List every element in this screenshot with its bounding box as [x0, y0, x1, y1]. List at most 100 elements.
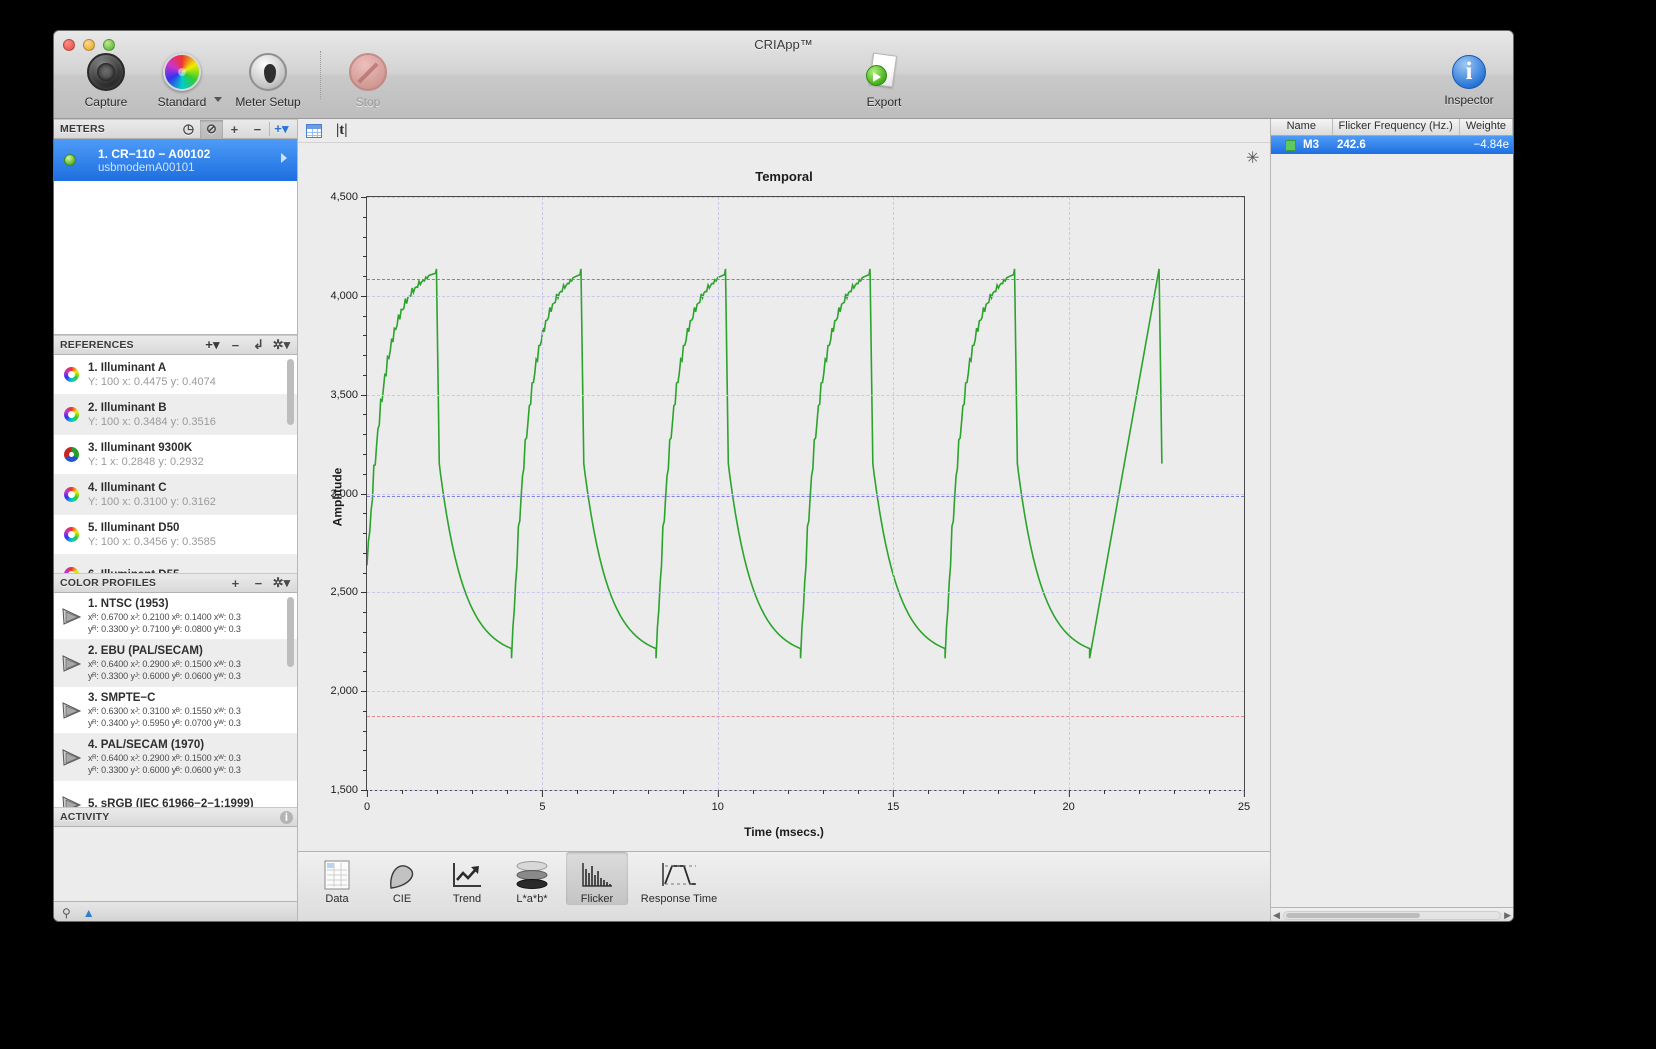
series-color-swatch — [1285, 139, 1296, 151]
tab-data[interactable]: Data — [306, 852, 368, 905]
plus-icon[interactable]: + — [223, 120, 246, 139]
y-axis-tick: 2,000 — [330, 685, 367, 697]
x-axis-minor-tick — [1173, 790, 1175, 794]
reference-detail: Y: 100 x: 0.3484 y: 0.3516 — [88, 415, 216, 428]
list-item[interactable]: 2. Illuminant B Y: 100 x: 0.3484 y: 0.35… — [54, 395, 297, 435]
inspector-label: Inspector — [1444, 93, 1494, 107]
bulb-icon[interactable]: ⚲ — [62, 906, 71, 920]
list-item[interactable]: 1. Illuminant A Y: 100 x: 0.4475 y: 0.40… — [54, 355, 297, 395]
column-header-flicker-frequency[interactable]: Flicker Frequency (Hz.) — [1333, 119, 1460, 135]
profile-title: 1. NTSC (1953) — [88, 598, 169, 610]
standard-label: Standard — [157, 95, 207, 109]
color-profiles-scrollbar[interactable] — [287, 597, 294, 667]
scroll-right-icon[interactable]: ▶ — [1504, 910, 1511, 921]
profile-title: 2. EBU (PAL/SECAM) — [88, 645, 203, 657]
tab-flicker-label: Flicker — [580, 893, 614, 905]
profile-y-values: yᴿ: 0.3300 yᴶ: 0.6000 yᴮ: 0.0600 yᵂ: 0.3 — [88, 765, 241, 775]
list-item[interactable]: 6. Illuminant D55 — [54, 555, 297, 573]
gridline-horizontal — [367, 691, 1244, 693]
gridline-vertical — [542, 197, 544, 790]
references-remove-icon[interactable]: − — [224, 336, 247, 355]
x-axis-minor-tick — [823, 790, 825, 794]
tab-trend[interactable]: Trend — [436, 852, 498, 905]
toolbar-divider — [320, 51, 321, 99]
table-row[interactable]: M3 242.6 −4.84e — [1271, 136, 1513, 154]
x-axis-minor-tick — [507, 790, 509, 794]
sidebar-footer: ⚲ ▲ — [54, 901, 297, 921]
color-profiles-remove-icon[interactable]: − — [247, 574, 270, 593]
list-item[interactable]: 4. Illuminant C Y: 100 x: 0.3100 y: 0.31… — [54, 475, 297, 515]
standard-button[interactable]: Standard — [144, 53, 222, 109]
probe-icon[interactable]: ⊘ — [200, 119, 223, 139]
scroll-thumb[interactable] — [1285, 913, 1420, 918]
lab-ellipses-icon — [501, 858, 563, 892]
tab-response-time-label: Response Time — [640, 893, 718, 905]
y-axis-minor-tick — [363, 710, 367, 712]
inspector-body — [1271, 154, 1513, 907]
tab-cie-label: CIE — [392, 893, 412, 905]
color-profiles-list[interactable]: 1. NTSC (1953) xᴿ: 0.6700 xᴶ: 0.2100 xᴮ:… — [54, 593, 297, 807]
column-header-weighted[interactable]: Weighte — [1460, 119, 1513, 135]
info-icon[interactable]: i — [280, 810, 293, 824]
tab-cie[interactable]: CIE — [371, 852, 433, 905]
references-revert-icon[interactable]: ↲ — [247, 336, 270, 355]
tab-flicker[interactable]: Flicker — [566, 852, 628, 905]
transform-mode-label[interactable]: |t| — [336, 122, 348, 139]
references-scrollbar[interactable] — [287, 359, 294, 425]
tab-response-time[interactable]: Response Time — [631, 852, 727, 905]
capture-button[interactable]: Capture — [68, 53, 144, 109]
meter-setup-button[interactable]: Meter Setup — [222, 53, 314, 109]
reference-swatch — [60, 367, 82, 382]
inspector-button[interactable]: i Inspector — [1431, 53, 1507, 107]
meters-header: METERS ◷ ⊘ + − +▾ — [54, 119, 297, 139]
add-dropdown-button[interactable]: +▾ — [270, 120, 293, 139]
list-item[interactable]: 3. Illuminant 9300K Y: 1 x: 0.2848 y: 0.… — [54, 435, 297, 475]
plot-frame[interactable]: 1,500 2,000 2,500 3,000 3,500 4,000 4,500 0 5 10 1… — [330, 191, 1250, 813]
column-header-name[interactable]: Name — [1271, 119, 1333, 135]
stop-label: Stop — [355, 95, 381, 109]
color-profiles-gear-icon[interactable]: ✲▾ — [270, 574, 293, 593]
table-view-icon[interactable] — [306, 123, 322, 138]
export-button[interactable]: Export — [846, 52, 922, 109]
triangle-icon[interactable]: ▲ — [83, 906, 95, 920]
minus-icon[interactable]: − — [246, 120, 269, 139]
scroll-track[interactable] — [1282, 911, 1502, 920]
x-axis-label: Time (msecs.) — [744, 825, 824, 839]
gamut-triangle-icon — [60, 654, 82, 673]
tab-lab[interactable]: L*a*b* — [501, 852, 563, 905]
gridline-horizontal — [367, 197, 1244, 198]
list-item[interactable]: 4. PAL/SECAM (1970) xᴿ: 0.6400 xᴶ: 0.290… — [54, 734, 297, 781]
chevron-down-icon[interactable] — [214, 97, 222, 102]
references-add-icon[interactable]: +▾ — [201, 336, 224, 355]
chevron-right-icon[interactable] — [281, 153, 287, 163]
stop-button[interactable]: Stop — [330, 53, 406, 109]
scroll-left-icon[interactable]: ◀ — [1273, 910, 1280, 921]
list-item[interactable]: 1. NTSC (1953) xᴿ: 0.6700 xᴶ: 0.2100 xᴮ:… — [54, 593, 297, 640]
inspector-horizontal-scrollbar[interactable]: ◀ ▶ — [1271, 907, 1513, 921]
list-item[interactable]: 5. Illuminant D50 Y: 100 x: 0.3456 y: 0.… — [54, 515, 297, 555]
meter-row[interactable]: 1. CR−110 − A00102 usbmodemA00101 — [54, 139, 297, 181]
meter-name: 1. CR−110 − A00102 — [98, 146, 211, 161]
references-gear-icon[interactable]: ✲▾ — [270, 336, 293, 355]
reference-title: 4. Illuminant C — [88, 481, 167, 494]
x-axis-minor-tick — [402, 790, 404, 794]
reference-detail: Y: 1 x: 0.2848 y: 0.2932 — [88, 455, 204, 468]
chart-plot-area[interactable]: Temporal Amplitude Time (msecs.) ✳ 1,500… — [298, 143, 1270, 851]
y-axis-minor-tick — [363, 453, 367, 455]
y-axis-minor-tick — [363, 671, 367, 673]
view-tab-bar: Data CIE Trend L*a*b* Flicker Response T… — [298, 851, 1270, 921]
x-axis-tick: 20 — [1062, 790, 1075, 813]
x-axis-minor-tick — [787, 790, 789, 794]
flicker-waveform — [367, 197, 1244, 723]
reference-swatch — [60, 487, 82, 502]
x-axis-minor-tick — [1208, 790, 1210, 794]
references-list[interactable]: 1. Illuminant A Y: 100 x: 0.4475 y: 0.40… — [54, 355, 297, 573]
list-item[interactable]: 5. sRGB (IEC 61966−2−1:1999) — [54, 781, 297, 807]
y-axis-minor-tick — [363, 236, 367, 238]
color-profiles-add-icon[interactable]: + — [224, 574, 247, 593]
clock-icon[interactable]: ◷ — [177, 120, 200, 139]
reference-detail: Y: 100 x: 0.3456 y: 0.3585 — [88, 535, 216, 548]
list-item[interactable]: 2. EBU (PAL/SECAM) xᴿ: 0.6400 xᴶ: 0.2900… — [54, 640, 297, 687]
snapshot-icon[interactable]: ✳ — [1246, 151, 1262, 167]
list-item[interactable]: 3. SMPTE−C xᴿ: 0.6300 xᴶ: 0.3100 xᴮ: 0.1… — [54, 687, 297, 734]
